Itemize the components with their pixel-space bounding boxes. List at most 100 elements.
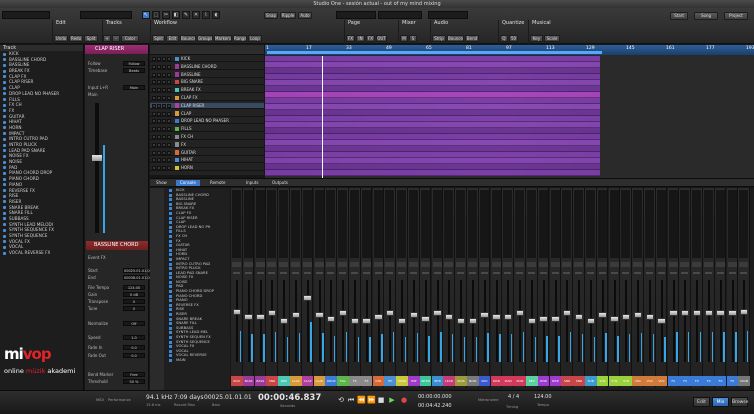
audio-strip-button[interactable]: Strip [432, 35, 446, 42]
track-mute-button[interactable] [152, 111, 156, 116]
rewind-start-icon[interactable]: ⏮ [347, 396, 355, 404]
channel-fader[interactable] [704, 310, 713, 317]
pan-slider[interactable] [280, 272, 288, 274]
channel-fader[interactable] [385, 310, 395, 317]
channel-fader[interactable] [291, 311, 300, 318]
inspector-param-value[interactable]: 0 [123, 299, 145, 304]
send-slot[interactable] [574, 262, 584, 267]
channel-fader[interactable] [586, 318, 595, 324]
send-slot[interactable] [456, 262, 466, 267]
pan-slider[interactable] [716, 272, 724, 274]
track-record-button[interactable] [162, 72, 166, 77]
track-solo-button[interactable] [157, 166, 161, 171]
fader-track[interactable] [708, 280, 710, 362]
track-mute-button[interactable] [152, 72, 156, 77]
project-button[interactable]: Project [724, 12, 748, 20]
pan-slider[interactable] [480, 272, 488, 274]
pan-slider[interactable] [327, 272, 335, 274]
channel-fader[interactable] [739, 308, 749, 315]
range-tool-icon[interactable]: ⬚ [152, 11, 160, 19]
split-tool-icon[interactable]: ✂ [162, 11, 170, 19]
mixer-mute-button[interactable]: M [400, 35, 408, 42]
insert-slots[interactable] [527, 190, 536, 258]
fader-track[interactable] [519, 280, 522, 362]
loop-icon[interactable]: ⟲ [337, 396, 345, 404]
browse-view-button[interactable]: Browse [731, 397, 748, 407]
track-row[interactable]: FX CH [150, 134, 264, 141]
metronome-label[interactable]: Metronome [478, 398, 499, 402]
track-mute-button[interactable] [152, 150, 156, 155]
channel-fader[interactable] [279, 318, 289, 324]
inspector-param-value[interactable]: 50 % [123, 379, 145, 384]
track-solo-button[interactable] [157, 64, 161, 69]
pan-slider[interactable] [669, 272, 677, 274]
track-row[interactable]: FX [150, 142, 264, 148]
channel-fader[interactable] [350, 318, 359, 324]
mixer-tab-inputs[interactable]: Inputs [242, 180, 262, 186]
insert-slots[interactable] [326, 190, 336, 258]
record-icon[interactable]: ● [400, 396, 408, 404]
track-record-button[interactable] [162, 64, 166, 69]
inspector-fader-track[interactable] [95, 103, 99, 233]
send-slot[interactable] [232, 262, 241, 267]
edit-split-button[interactable]: Split [84, 35, 98, 42]
channel-fader[interactable] [669, 310, 678, 317]
send-slot[interactable] [350, 262, 359, 267]
zoom-selector[interactable] [428, 11, 468, 19]
track-row[interactable]: HORN [150, 165, 264, 172]
inspector-param-value[interactable]: 00025.01.01.00 [123, 268, 152, 273]
track-mute-button[interactable] [152, 158, 156, 163]
fader-track[interactable] [448, 280, 451, 362]
inspector-param-value[interactable]: Off [123, 321, 145, 326]
edit-undo-button[interactable]: Undo [54, 35, 68, 42]
grid-selector[interactable] [378, 11, 422, 19]
inspector-value[interactable]: Beats [123, 68, 145, 73]
inspector-param-value[interactable]: Free [123, 372, 145, 377]
channel-fader[interactable] [374, 314, 383, 321]
pan-slider[interactable] [587, 272, 594, 274]
channel-fader[interactable] [539, 316, 548, 323]
send-slot[interactable] [515, 262, 525, 267]
pan-slider[interactable] [339, 272, 347, 274]
timecode-selector[interactable] [336, 11, 376, 19]
track-mute-button[interactable] [152, 80, 156, 85]
channel-fader[interactable] [680, 310, 690, 317]
send-slot[interactable] [397, 262, 407, 267]
track-monitor-button[interactable] [167, 119, 171, 124]
page-fx-button[interactable]: FX [346, 35, 355, 42]
channel-fader[interactable] [515, 310, 525, 317]
pan-slider[interactable] [268, 272, 276, 274]
inspector-param-value[interactable]: 0 [123, 306, 145, 311]
channel-fader[interactable] [645, 314, 654, 321]
fader-track[interactable] [436, 280, 439, 362]
channel-fader[interactable] [692, 310, 702, 317]
send-slot[interactable] [503, 262, 513, 267]
send-slot[interactable] [692, 262, 702, 267]
workflow-bounce-button[interactable]: Bounce [180, 35, 196, 42]
track-row[interactable]: FILLS [150, 126, 264, 133]
insert-slots[interactable] [621, 190, 631, 258]
workflow-groups-button[interactable]: Groups [197, 35, 213, 42]
track-mute-button[interactable] [152, 88, 156, 93]
fader-track[interactable] [271, 280, 274, 362]
fader-track[interactable] [719, 280, 722, 362]
send-slot[interactable] [609, 262, 619, 267]
fader-track[interactable] [731, 280, 734, 362]
channel-fader[interactable] [527, 318, 536, 324]
fader-track[interactable] [684, 280, 687, 362]
pan-slider[interactable] [398, 272, 406, 274]
track-mute-button[interactable] [152, 166, 156, 171]
insert-slots[interactable] [597, 190, 607, 258]
musical-key-button[interactable]: Key [530, 35, 543, 42]
send-slot[interactable] [739, 262, 749, 267]
track-mute-button[interactable] [152, 96, 156, 100]
insert-slots[interactable] [456, 190, 466, 258]
track-solo-button[interactable] [157, 72, 161, 77]
track-monitor-button[interactable] [167, 135, 171, 139]
pan-slider[interactable] [492, 272, 500, 274]
insert-slots[interactable] [538, 190, 548, 258]
track-monitor-button[interactable] [167, 103, 171, 108]
channel-fader[interactable] [444, 314, 454, 321]
track-solo-button[interactable] [157, 158, 161, 163]
pan-slider[interactable] [433, 272, 441, 274]
